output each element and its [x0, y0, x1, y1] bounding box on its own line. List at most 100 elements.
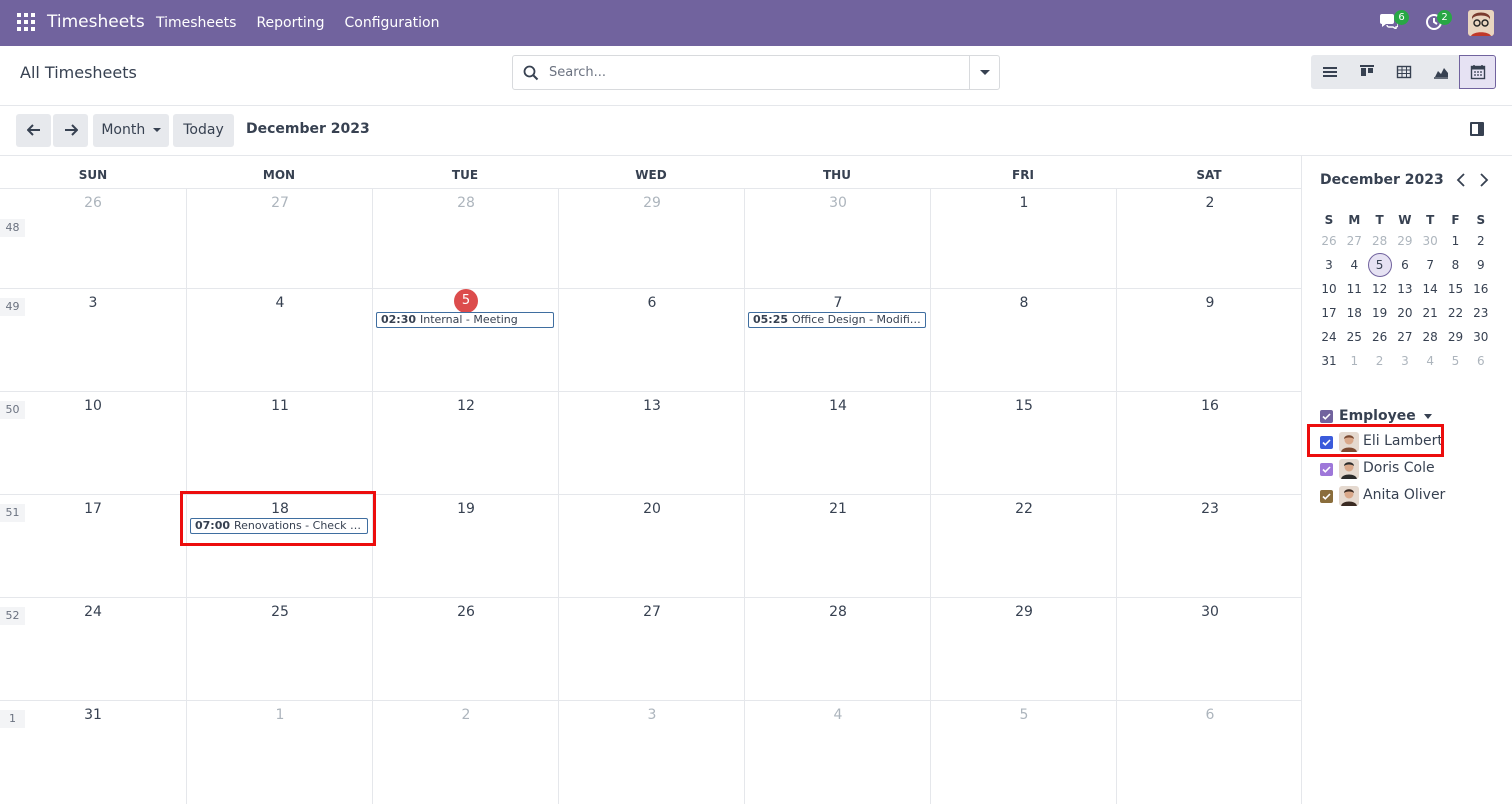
menu-item-reporting[interactable]: Reporting — [246, 0, 334, 46]
calendar-event[interactable]: 02:30 Internal - Meeting — [376, 312, 554, 328]
day-cell[interactable]: 17 — [0, 495, 186, 597]
day-cell[interactable]: 8 — [930, 289, 1116, 391]
day-number[interactable]: 28 — [373, 195, 559, 211]
day-number[interactable]: 1 — [931, 195, 1117, 211]
day-cell[interactable]: 5 — [372, 289, 558, 391]
today-day-number[interactable]: 5 — [454, 289, 478, 313]
day-cell[interactable]: 29 — [930, 598, 1116, 700]
scale-dropdown[interactable]: Month — [93, 114, 169, 147]
day-cell[interactable]: 16 — [1116, 392, 1302, 494]
mini-day[interactable]: 9 — [1469, 253, 1493, 277]
day-cell[interactable]: 4 — [186, 289, 372, 391]
day-number[interactable]: 21 — [745, 501, 931, 517]
mini-day[interactable]: 1 — [1444, 229, 1468, 253]
day-number[interactable]: 19 — [373, 501, 559, 517]
day-number[interactable]: 10 — [0, 398, 186, 414]
employee-checkbox[interactable] — [1320, 490, 1333, 503]
view-list-button[interactable] — [1311, 55, 1348, 89]
sidebar-toggle-icon[interactable] — [1470, 122, 1484, 136]
day-cell[interactable]: 27 — [558, 598, 744, 700]
mini-day[interactable]: 16 — [1469, 277, 1493, 301]
day-cell[interactable]: 2 — [1116, 189, 1302, 288]
day-number[interactable]: 5 — [931, 707, 1117, 723]
mini-day[interactable]: 10 — [1317, 277, 1341, 301]
mini-day[interactable]: 3 — [1317, 253, 1341, 277]
mini-day[interactable]: 24 — [1317, 325, 1341, 349]
mini-day[interactable]: 6 — [1393, 253, 1417, 277]
view-grid-button[interactable] — [1385, 55, 1422, 89]
day-number[interactable]: 17 — [0, 501, 186, 517]
day-cell[interactable]: 22 — [930, 495, 1116, 597]
app-brand[interactable]: Timesheets — [47, 12, 145, 32]
mini-day[interactable]: 27 — [1342, 229, 1366, 253]
employee-filter-item[interactable]: Anita Oliver — [1320, 484, 1490, 508]
day-number[interactable]: 26 — [373, 604, 559, 620]
mini-day[interactable]: 17 — [1317, 301, 1341, 325]
day-cell[interactable]: 9 — [1116, 289, 1302, 391]
mini-day[interactable]: 30 — [1469, 325, 1493, 349]
day-cell[interactable]: 1 — [930, 189, 1116, 288]
day-cell[interactable]: 28 — [744, 598, 930, 700]
day-cell[interactable]: 19 — [372, 495, 558, 597]
day-cell[interactable]: 1 — [186, 701, 372, 804]
menu-item-configuration[interactable]: Configuration — [335, 0, 450, 46]
day-number[interactable]: 4 — [745, 707, 931, 723]
next-button[interactable] — [53, 114, 88, 147]
mini-day[interactable]: 8 — [1444, 253, 1468, 277]
day-cell[interactable]: 5 — [930, 701, 1116, 804]
day-cell[interactable]: 14 — [744, 392, 930, 494]
mini-day[interactable]: 3 — [1393, 349, 1417, 373]
day-cell[interactable]: 24 — [0, 598, 186, 700]
day-number[interactable]: 4 — [187, 295, 373, 311]
day-cell[interactable]: 31 — [0, 701, 186, 804]
mini-day[interactable]: 27 — [1393, 325, 1417, 349]
mini-day[interactable]: 14 — [1418, 277, 1442, 301]
day-number[interactable]: 7 — [745, 295, 931, 311]
previous-button[interactable] — [16, 114, 51, 147]
mini-day[interactable]: 29 — [1444, 325, 1468, 349]
day-number[interactable]: 6 — [1117, 707, 1303, 723]
chevron-left-icon[interactable] — [1456, 173, 1466, 187]
day-number[interactable]: 22 — [931, 501, 1117, 517]
day-number[interactable]: 26 — [0, 195, 186, 211]
mini-day[interactable]: 21 — [1418, 301, 1442, 325]
mini-day[interactable]: 18 — [1342, 301, 1366, 325]
day-number[interactable]: 1 — [187, 707, 373, 723]
day-cell[interactable]: 6 — [558, 289, 744, 391]
mini-day[interactable]: 28 — [1368, 229, 1392, 253]
mini-day[interactable]: 6 — [1469, 349, 1493, 373]
mini-day[interactable]: 20 — [1393, 301, 1417, 325]
menu-item-timesheets[interactable]: Timesheets — [146, 0, 246, 46]
day-cell[interactable]: 10 — [0, 392, 186, 494]
day-number[interactable]: 28 — [745, 604, 931, 620]
day-number[interactable]: 2 — [373, 707, 559, 723]
day-number[interactable]: 8 — [931, 295, 1117, 311]
day-cell[interactable]: 13 — [558, 392, 744, 494]
mini-day[interactable]: 30 — [1418, 229, 1442, 253]
day-number[interactable]: 27 — [187, 195, 373, 211]
employee-group-checkbox[interactable] — [1320, 410, 1333, 423]
day-cell[interactable]: 21 — [744, 495, 930, 597]
employee-filter-heading[interactable]: Employee — [1339, 408, 1432, 424]
day-number[interactable]: 3 — [559, 707, 745, 723]
mini-day[interactable]: 5 — [1367, 253, 1392, 277]
mini-day[interactable]: 1 — [1342, 349, 1366, 373]
day-number[interactable]: 2 — [1117, 195, 1303, 211]
day-number[interactable]: 23 — [1117, 501, 1303, 517]
day-cell[interactable]: 3 — [0, 289, 186, 391]
day-cell[interactable]: 11 — [186, 392, 372, 494]
mini-day[interactable]: 4 — [1418, 349, 1442, 373]
day-number[interactable]: 30 — [1117, 604, 1303, 620]
day-number[interactable]: 12 — [373, 398, 559, 414]
mini-day[interactable]: 4 — [1342, 253, 1366, 277]
day-cell[interactable]: 6 — [1116, 701, 1302, 804]
mini-day[interactable]: 11 — [1342, 277, 1366, 301]
day-cell[interactable]: 25 — [186, 598, 372, 700]
day-cell[interactable]: 15 — [930, 392, 1116, 494]
mini-day[interactable]: 31 — [1317, 349, 1341, 373]
day-cell[interactable]: 27 — [186, 189, 372, 288]
today-button[interactable]: Today — [173, 114, 234, 147]
day-cell[interactable]: 29 — [558, 189, 744, 288]
mini-day[interactable]: 12 — [1368, 277, 1392, 301]
view-graph-button[interactable] — [1422, 55, 1459, 89]
